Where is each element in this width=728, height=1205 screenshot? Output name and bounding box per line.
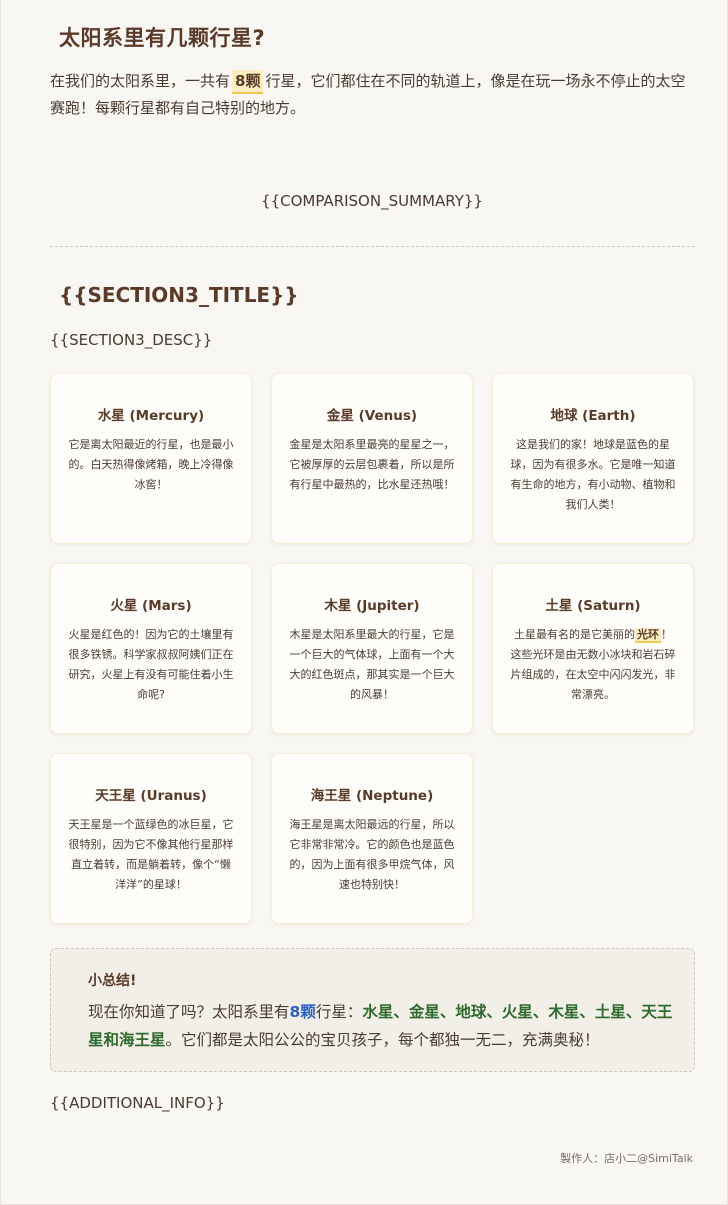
- summary-title: 小总结!: [88, 973, 137, 989]
- summary-text-before: 现在你知道了吗？太阳系里有: [88, 1003, 290, 1021]
- section-divider: [50, 246, 695, 247]
- planet-card-earth: 地球 (Earth) 这是我们的家！地球是蓝色的星球，因为有很多水。它是唯一知道…: [492, 373, 694, 544]
- planet-card-neptune: 海王星 (Neptune) 海王星是离太阳最远的行星，所以它非常非常冷。它的颜色…: [271, 753, 473, 924]
- summary-text-after: 。它们都是太阳公公的宝贝孩子，每个都独一无二，充满奥秘！: [165, 1031, 600, 1049]
- intro-paragraph: 在我们的太阳系里，一共有 8颗 行星，它们都住在不同的轨道上，像是在玩一场永不停止的…: [50, 68, 700, 122]
- planet-card-title: 海王星 (Neptune): [310, 788, 434, 804]
- planet-count-highlight: 8颗: [232, 70, 264, 94]
- planet-card-text: 木星是太阳系里最大的行星，它是一个巨大的气体球，上面有一个大大的红色斑点，那其实…: [289, 628, 455, 701]
- planet-card-saturn: 土星 (Saturn) 土星最有名的是它美丽的 光环 ！这些光环是由无数小冰块和岩石…: [492, 563, 694, 734]
- planet-card-text: 这是我们的家！地球是蓝色的星球，因为有很多水。它是唯一知道有生命的地方，有小动物…: [510, 438, 676, 511]
- additional-info: {{ADDITIONAL_INFO}}: [50, 1094, 225, 1112]
- summary-text: 现在你知道了吗？太阳系里有8颗行星：水星、金星、地球、火星、木星、土星、天王星和…: [88, 998, 674, 1054]
- summary-box: 小总结! 现在你知道了吗？太阳系里有8颗行星：水星、金星、地球、火星、木星、土星…: [50, 948, 695, 1072]
- planet-card-text: 土星最有名的是它美丽的 光环 ！这些光环是由无数小冰块和岩石碎片组成的，在太空中闪闪…: [510, 625, 676, 705]
- planet-card-venus: 金星 (Venus) 金星是太阳系里最亮的星星之一，它被厚厚的云层包裹着，所以是…: [271, 373, 473, 544]
- section3-desc: {{SECTION3_DESC}}: [50, 331, 213, 349]
- intro-text-before: 在我们的太阳系里，一共有: [50, 72, 231, 90]
- comparison-summary: {{COMPARISON_SUMMARY}}: [261, 192, 483, 210]
- planet-card-text: 金星是太阳系里最亮的星星之一，它被厚厚的云层包裹着，所以是所有行星中最热的，比水…: [289, 438, 455, 491]
- planet-card-mars: 火星 (Mars) 火星是红色的！因为它的土壤里有很多铁锈。科学家叔叔阿姨们正在…: [50, 563, 252, 734]
- planet-card-text: 海王星是离太阳最远的行星，所以它非常非常冷。它的颜色也是蓝色的，因为上面有很多甲…: [289, 818, 455, 891]
- planet-card-title: 天王星 (Uranus): [95, 788, 207, 804]
- planet-card-jupiter: 木星 (Jupiter) 木星是太阳系里最大的行星，它是一个巨大的气体球，上面有…: [271, 563, 473, 734]
- planet-card-text: 它是离太阳最近的行星，也是最小的。白天热得像烤箱，晚上冷得像冰窖！: [68, 438, 234, 491]
- section3-title: {{SECTION3_TITLE}}: [59, 283, 299, 307]
- planet-card-uranus: 天王星 (Uranus) 天王星是一个蓝绿色的冰巨星，它很特别，因为它不像其他行…: [50, 753, 252, 924]
- planet-card-mercury: 水星 (Mercury) 它是离太阳最近的行星，也是最小的。白天热得像烤箱，晚上…: [50, 373, 252, 544]
- planet-card-title: 土星 (Saturn): [545, 598, 641, 614]
- planet-card-text: 天王星是一个蓝绿色的冰巨星，它很特别，因为它不像其他行星那样直立着转，而是躺着转…: [68, 818, 234, 891]
- page: 太阳系里有几颗行星? 在我们的太阳系里，一共有 8颗 行星，它们都住在不同的轨道上，…: [0, 0, 728, 1205]
- rings-highlight: 光环: [635, 628, 661, 643]
- saturn-text-before: 土星最有名的是它美丽的: [514, 628, 635, 641]
- summary-text-middle: 行星：: [315, 1003, 363, 1021]
- author-credit: 製作人：店小二@SimiTalk: [560, 1152, 693, 1165]
- page-title: 太阳系里有几颗行星?: [59, 26, 266, 50]
- planet-card-text: 火星是红色的！因为它的土壤里有很多铁锈。科学家叔叔阿姨们正在研究，火星上有没有可…: [68, 628, 234, 701]
- summary-count: 8颗: [289, 1003, 316, 1021]
- planet-card-title: 火星 (Mars): [110, 598, 192, 614]
- planet-card-title: 水星 (Mercury): [97, 408, 205, 424]
- planet-card-title: 金星 (Venus): [326, 408, 418, 424]
- planet-card-title: 地球 (Earth): [550, 408, 636, 424]
- planet-card-title: 木星 (Jupiter): [324, 598, 420, 614]
